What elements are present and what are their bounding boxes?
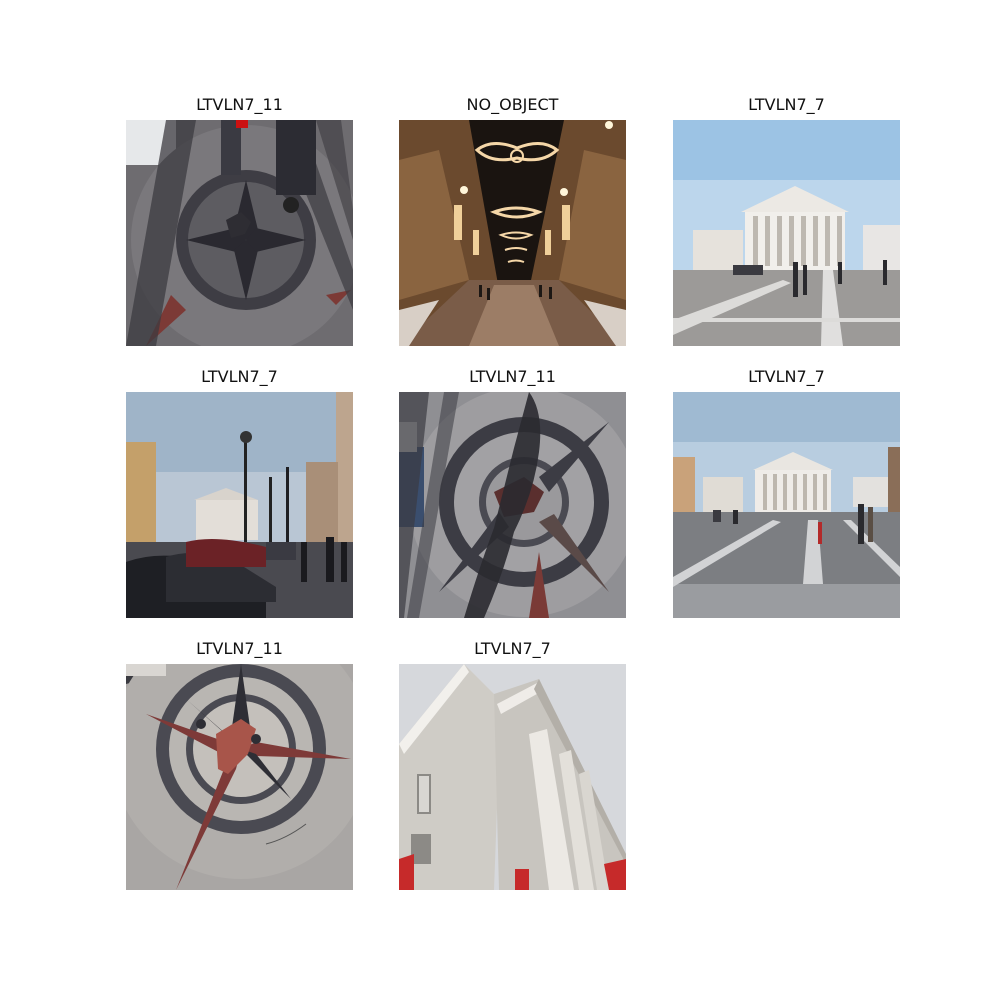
town-hall-square-daylight-icon	[673, 120, 900, 346]
panel-title: LTVLN7_7	[748, 95, 825, 114]
compass-rose-paving-with-shadows-icon	[126, 120, 353, 346]
compass-rose-with-person-shadow-icon	[399, 392, 626, 618]
panel-title: LTVLN7_11	[196, 95, 283, 114]
panel-title: NO_OBJECT	[466, 95, 559, 114]
panel-title: LTVLN7_11	[196, 639, 283, 658]
panel-title: LTVLN7_7	[474, 639, 551, 658]
town-hall-square-wide-icon	[673, 392, 900, 618]
panel-title: LTVLN7_7	[748, 367, 825, 386]
night-street-christmas-lights-icon	[399, 120, 626, 346]
panel-title: LTVLN7_11	[469, 367, 556, 386]
compass-rose-close-up-icon	[126, 664, 353, 890]
street-with-parked-cars-and-town-hall-icon	[126, 392, 353, 618]
panel-title: LTVLN7_7	[201, 367, 278, 386]
town-hall-portico-low-angle-icon	[399, 664, 626, 890]
